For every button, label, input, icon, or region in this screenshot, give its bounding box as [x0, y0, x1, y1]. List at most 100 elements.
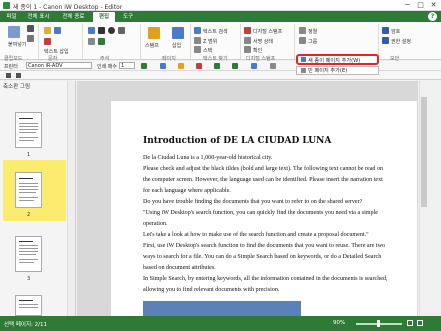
- save-icon[interactable]: [160, 63, 166, 69]
- group-separator: [82, 24, 83, 59]
- group-separator: [240, 24, 241, 59]
- rotate-icon[interactable]: [251, 63, 257, 69]
- tab-show-all[interactable]: 전체 표시: [22, 12, 55, 22]
- thumbnail-page[interactable]: [15, 295, 42, 316]
- insert-text-button[interactable]: 텍스트 삽입: [44, 48, 69, 55]
- range-icon[interactable]: [194, 37, 201, 44]
- stamp-button[interactable]: 스탬프: [145, 42, 159, 49]
- app-icon: [3, 2, 10, 9]
- password-icon[interactable]: [382, 27, 389, 34]
- stack-button[interactable]: 스택: [203, 47, 212, 54]
- document-paragraph: Let's take a look at how to make use of …: [143, 232, 369, 238]
- view-icon[interactable]: [270, 63, 276, 69]
- tab-close-all[interactable]: 전체 종료: [57, 12, 90, 22]
- document-paragraph: allowing you to find relevant documents …: [143, 287, 280, 293]
- list-view-icon[interactable]: [16, 73, 21, 78]
- close-button[interactable]: ✕: [427, 0, 440, 10]
- group-icon[interactable]: [299, 37, 306, 44]
- group-separator: [378, 24, 379, 59]
- cut-icon[interactable]: [27, 25, 34, 32]
- fit-width-icon[interactable]: [417, 320, 423, 326]
- document-scrollbar-thumb[interactable]: [421, 97, 427, 207]
- password-button[interactable]: 암호: [391, 28, 400, 35]
- copy-icon[interactable]: [27, 35, 34, 42]
- permission-icon[interactable]: [382, 37, 389, 44]
- minimize-button[interactable]: ─: [401, 0, 414, 10]
- window-title: 새 종이 1 - Canon iW Desktop - Editor: [13, 4, 123, 11]
- color-icon[interactable]: [98, 38, 105, 45]
- thumbnail-page-number: 3: [27, 276, 31, 282]
- zoom-slider-knob[interactable]: [377, 320, 380, 327]
- document-paragraph: operation.: [143, 221, 168, 227]
- zoom-level: 90%: [333, 320, 346, 326]
- thumbnail-page[interactable]: [15, 236, 42, 272]
- document-title: Introduction of DE LA CIUDAD LUNA: [143, 136, 332, 146]
- group-separator: [140, 24, 141, 59]
- permission-button[interactable]: 권한 설정: [391, 38, 411, 45]
- paste-icon[interactable]: [8, 26, 20, 38]
- undo-icon[interactable]: [214, 63, 220, 69]
- printer-label: 프린터: [4, 64, 18, 70]
- line-icon[interactable]: [44, 38, 51, 45]
- stamp-icon[interactable]: [148, 27, 160, 39]
- ellipse-icon[interactable]: [108, 27, 115, 34]
- digital-stamp-icon[interactable]: [244, 27, 251, 34]
- thumbnail-page-number: 1: [27, 152, 31, 158]
- document-paragraph: In Simple Search, by entering keywords, …: [143, 276, 388, 282]
- search-icon[interactable]: [194, 27, 201, 34]
- tab-file[interactable]: 파일: [3, 12, 20, 22]
- verify-icon[interactable]: [244, 46, 251, 53]
- pen-icon[interactable]: [88, 27, 95, 34]
- document-page[interactable]: [111, 101, 417, 316]
- tab-edit[interactable]: 편집: [93, 12, 115, 22]
- delete-icon[interactable]: [196, 63, 202, 69]
- digital-stamp-button[interactable]: 디지털 스탬프: [253, 28, 282, 35]
- document-paragraph: Do you have trouble finding the document…: [143, 199, 363, 205]
- verify-button[interactable]: 확인: [253, 47, 262, 54]
- panel-toggle-icon[interactable]: [6, 73, 11, 78]
- group-separator: [294, 24, 295, 59]
- text-search-button[interactable]: 텍스트 검색: [203, 28, 228, 35]
- help-icon[interactable]: ?: [428, 12, 437, 21]
- highlight-icon[interactable]: [54, 27, 61, 34]
- document-paragraph: "Using iW Desktop's search function, you…: [143, 210, 378, 216]
- fit-page-icon[interactable]: [407, 320, 413, 326]
- thumbnail-page-number: 2: [27, 212, 31, 218]
- copies-input[interactable]: 1: [119, 62, 135, 69]
- align-icon[interactable]: [299, 27, 306, 34]
- document-paragraph: First, use iW Desktop's search function …: [143, 243, 386, 249]
- signature-icon[interactable]: [244, 37, 251, 44]
- folder-icon[interactable]: [178, 63, 184, 69]
- document-image[interactable]: [143, 301, 301, 316]
- group-separator: [38, 24, 39, 59]
- text-tool-icon[interactable]: [44, 27, 51, 34]
- signature-status-button[interactable]: 서명 상태: [253, 38, 273, 45]
- maximize-button[interactable]: □: [414, 0, 427, 10]
- document-paragraph: ways to search for a file. You can do a …: [143, 254, 382, 260]
- thumbnail-page[interactable]: [15, 112, 42, 148]
- polygon-icon[interactable]: [118, 27, 125, 34]
- group-separator: [190, 24, 191, 59]
- redo-icon[interactable]: [232, 63, 238, 69]
- stack-icon[interactable]: [194, 46, 201, 53]
- document-paragraph: De la Ciudad Luna is a 1,000-year-old hi…: [143, 155, 273, 161]
- insert-page-icon[interactable]: [172, 27, 184, 39]
- group-button[interactable]: 그룹: [308, 38, 317, 45]
- range-button[interactable]: Z 범위: [203, 38, 217, 45]
- align-button[interactable]: 정렬: [308, 28, 317, 35]
- print-icon[interactable]: [141, 63, 147, 69]
- document-paragraph: Please check and adjust the black tildes…: [143, 166, 384, 172]
- tab-tools[interactable]: 도구: [117, 12, 139, 22]
- selected-page-status: 선택 페이지: 2/11: [4, 322, 48, 328]
- printer-select[interactable]: Canon iR-ADV: [26, 62, 92, 69]
- new-page-icon: [301, 57, 306, 62]
- document-paragraph: the computer screen. However, the langua…: [143, 177, 383, 183]
- thumbnail-scrollbar[interactable]: [67, 81, 75, 316]
- arrow-icon[interactable]: [88, 38, 95, 45]
- thumbnail-panel-title: 축소판 그림: [3, 84, 31, 90]
- paste-label: 붙여넣기: [8, 42, 27, 48]
- insert-page-button[interactable]: 삽입: [172, 42, 181, 49]
- rectangle-icon[interactable]: [98, 27, 105, 34]
- add-blank-page-label: 빈 페이지 추가(E): [308, 68, 348, 74]
- thumbnail-page-selected[interactable]: [15, 172, 42, 208]
